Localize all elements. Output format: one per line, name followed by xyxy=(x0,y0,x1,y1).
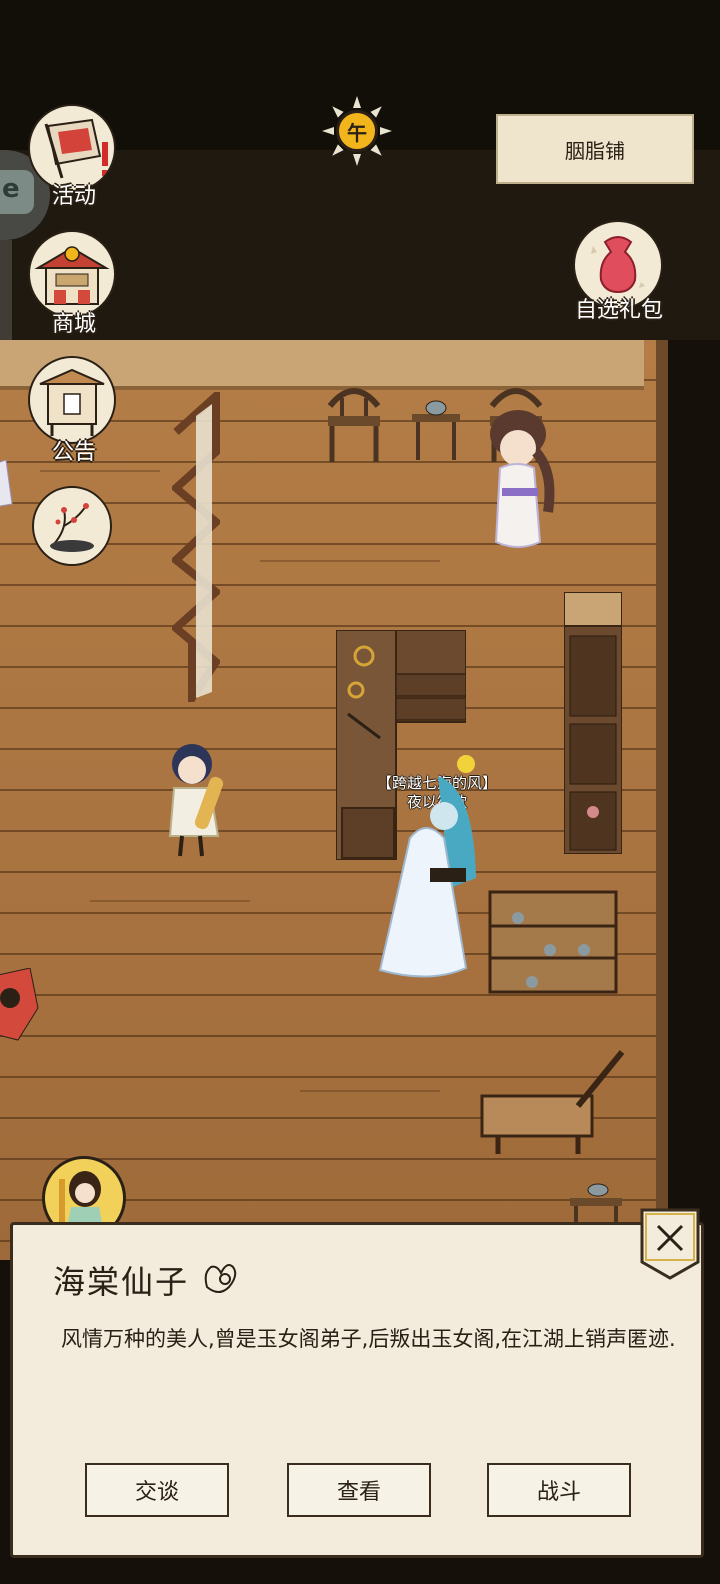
hand-gesture-icon xyxy=(204,1264,237,1293)
shop-building-icon xyxy=(28,230,116,318)
npc-name: 海棠仙子 xyxy=(53,1263,190,1301)
shop-label: 商城 xyxy=(51,312,96,337)
event-label: 活动 xyxy=(51,184,96,209)
battle-button[interactable]: 战斗 xyxy=(487,1463,631,1517)
custom-gift-pack-label: 自选礼包 xyxy=(574,298,663,323)
shop-button[interactable]: 商城 xyxy=(26,230,118,337)
npc-musician-girl[interactable] xyxy=(160,736,234,860)
player-character[interactable] xyxy=(370,748,500,988)
floor-grain xyxy=(40,470,160,472)
npc-description: 风情万种的美人,曾是玉女阁弟子,后叛出玉女阁,在江湖上销声匿迹. xyxy=(61,1327,676,1351)
talk-button[interactable]: 交谈 xyxy=(85,1463,229,1517)
folding-screen xyxy=(172,392,220,702)
notice-label: 公告 xyxy=(51,440,96,465)
npc-haitang-fairy[interactable] xyxy=(478,402,568,562)
tea-table xyxy=(570,1183,622,1226)
notice-button[interactable]: 公告 xyxy=(26,356,118,465)
offscreen-npc[interactable] xyxy=(0,460,16,520)
sun-icon: 午 xyxy=(336,110,378,152)
wooden-chair xyxy=(327,388,381,462)
inspect-button[interactable]: 查看 xyxy=(287,1463,431,1517)
event-button[interactable]: 活动 xyxy=(26,104,118,209)
custom-gift-pack-button[interactable]: 自选礼包 xyxy=(571,220,665,326)
plum-blossom-painting-icon xyxy=(32,486,112,566)
display-shelf xyxy=(564,592,622,854)
floor-grain xyxy=(260,560,440,562)
floor-grain xyxy=(300,1090,440,1092)
time-of-day-indicator: 午 xyxy=(322,96,392,166)
tea-table xyxy=(412,400,460,460)
reclining-chair xyxy=(480,1050,625,1154)
bottle-cabinet xyxy=(488,890,618,994)
floor-grain xyxy=(90,900,250,902)
npc-dialog: 海棠仙子 风情万种的美人,曾是玉女阁弟子,后叛出玉女阁,在江湖上销声匿迹. 交谈… xyxy=(10,1222,704,1558)
notice-board-icon xyxy=(28,356,116,444)
painting-button[interactable] xyxy=(30,486,122,578)
offscreen-npc[interactable] xyxy=(0,968,44,1044)
location-plate: 胭脂铺 xyxy=(496,114,694,184)
close-dialog-button[interactable] xyxy=(640,1208,700,1280)
